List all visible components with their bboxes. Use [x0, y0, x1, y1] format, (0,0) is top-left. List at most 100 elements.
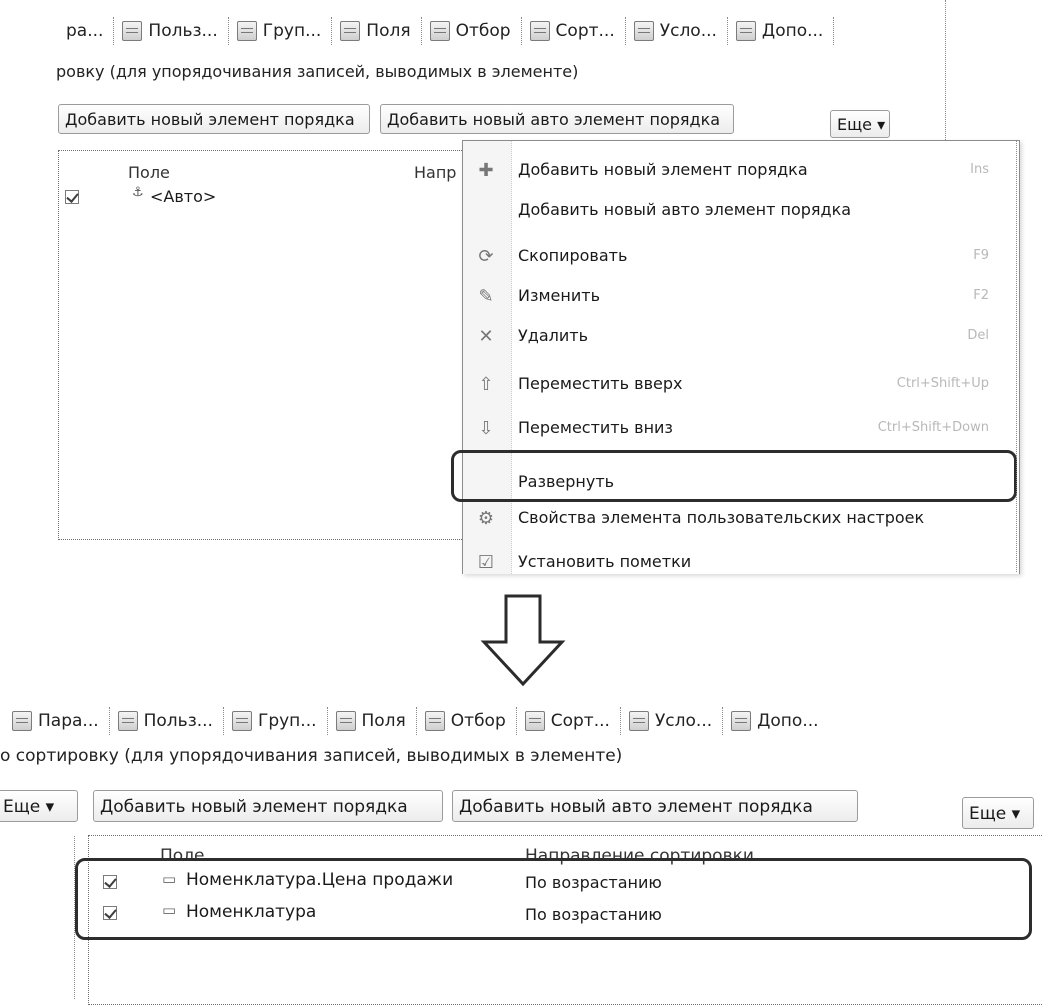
tab-sort[interactable]: Сорт...	[517, 707, 621, 735]
sort-hint: ровку (для упорядочивания записей, вывод…	[56, 62, 579, 81]
field-cell[interactable]: Номенклатура	[186, 902, 316, 922]
menu-item-label: Удалить	[518, 326, 588, 345]
menu-item-properties[interactable]: ⚙ Свойства элемента пользовательских нас…	[463, 499, 1019, 539]
menu-item-shortcut: F9	[973, 248, 989, 263]
column-header-direction: Напр	[414, 163, 457, 182]
field-icon: ▭	[162, 870, 177, 888]
tab-grouping[interactable]: Груп...	[224, 707, 328, 735]
menu-item-label: Переместить вверх	[518, 374, 683, 393]
direction-cell[interactable]: По возрастанию	[525, 873, 662, 892]
tab-additional[interactable]: Допо...	[728, 17, 835, 45]
add-order-button[interactable]: Добавить новый элемент порядка	[58, 104, 370, 134]
menu-item-add[interactable]: ✚ Добавить новый элемент порядка Ins	[463, 151, 1019, 191]
top-tab-strip: ра... Польз... Груп... Поля Отбор Сорт..…	[58, 14, 835, 48]
more-button[interactable]: Еще ▾	[830, 110, 890, 138]
properties-icon: ⚙	[477, 508, 495, 529]
direction-cell[interactable]: По возрастанию	[525, 905, 662, 924]
conditional-icon	[633, 21, 654, 41]
tab-label: Груп...	[257, 711, 317, 731]
row-checkbox[interactable]	[65, 190, 79, 204]
context-menu: ✚ Добавить новый элемент порядка Ins Доб…	[462, 140, 1020, 574]
row-checkbox[interactable]	[103, 906, 117, 920]
params-icon	[12, 711, 32, 731]
copy-icon: ⟳	[478, 246, 494, 267]
additional-icon	[731, 711, 752, 731]
bottom-tab-strip: Пара... Польз... Груп... Поля Отбор Сорт…	[4, 704, 829, 738]
add-order-button[interactable]: Добавить новый элемент порядка	[93, 790, 443, 822]
column-header-field: Поле	[128, 163, 170, 182]
menu-item-move-down[interactable]: ⇩ Переместить вниз Ctrl+Shift+Down	[463, 409, 1019, 449]
filter-icon	[424, 711, 445, 731]
menu-item-shortcut: Ctrl+Shift+Down	[877, 420, 989, 435]
menu-item-copy[interactable]: ⟳ Скопировать F9	[463, 237, 1019, 277]
field-cell[interactable]: Номенклатура.Цена продажи	[186, 870, 453, 890]
tab-label: Отбор	[455, 21, 511, 41]
tab-label: Пара...	[38, 711, 99, 731]
menu-item-set-checkmarks[interactable]: ☑ Установить пометки	[463, 543, 1019, 574]
tab-filter[interactable]: Отбор	[417, 707, 517, 735]
checkmarks-icon: ☑	[477, 552, 495, 573]
menu-item-label: Установить пометки	[518, 552, 692, 571]
more-button[interactable]: Еще ▾	[962, 797, 1034, 829]
menu-item-shortcut: Ctrl+Shift+Up	[896, 376, 989, 391]
left-more-button[interactable]: Еще ▾	[0, 790, 78, 822]
user-fields-icon	[117, 711, 138, 731]
column-header-field: Поле	[160, 846, 205, 866]
menu-item-delete[interactable]: ✕ Удалить Del	[463, 317, 1019, 357]
tab-label: Груп...	[262, 21, 322, 41]
tab-label: Поля	[366, 21, 411, 41]
tab-user-fields[interactable]: Польз...	[110, 707, 224, 735]
add-auto-order-button[interactable]: Добавить новый авто элемент порядка	[452, 790, 858, 822]
tab-additional[interactable]: Допо...	[723, 707, 828, 735]
user-fields-icon	[122, 21, 143, 41]
menu-item-label: Добавить новый авто элемент порядка	[518, 200, 852, 219]
tab-conditional[interactable]: Усло...	[626, 17, 728, 45]
menu-item-label: Добавить новый элемент порядка	[518, 160, 808, 179]
tab-grouping[interactable]: Груп...	[229, 17, 333, 45]
tab-user-fields[interactable]: Польз...	[114, 17, 229, 45]
tab-label: ра...	[66, 21, 104, 41]
tab-label: Поля	[361, 711, 406, 731]
add-icon: ✚	[478, 160, 494, 181]
tab-fields[interactable]: Поля	[332, 17, 422, 45]
move-down-icon: ⇩	[478, 418, 494, 439]
grouping-icon	[236, 21, 257, 41]
menu-item-add-auto[interactable]: Добавить новый авто элемент порядка	[463, 191, 1019, 231]
tab-label: Усло...	[654, 711, 713, 731]
tab-filter[interactable]: Отбор	[422, 17, 522, 45]
tab-sort[interactable]: Сорт...	[522, 17, 626, 45]
edit-icon: ✎	[478, 286, 494, 307]
right-divider-lower	[1016, 140, 1017, 572]
menu-item-shortcut: Ins	[970, 162, 989, 177]
delete-icon: ✕	[478, 326, 494, 347]
menu-item-edit[interactable]: ✎ Изменить F2	[463, 277, 1019, 317]
menu-item-move-up[interactable]: ⇧ Переместить вверх Ctrl+Shift+Up	[463, 365, 1019, 405]
tab-fields[interactable]: Поля	[328, 707, 417, 735]
menu-item-label: Развернуть	[518, 472, 615, 491]
menu-item-shortcut: F2	[973, 288, 989, 303]
sort-icon	[524, 711, 545, 731]
tab-parameters[interactable]: ра...	[58, 17, 115, 45]
tab-conditional[interactable]: Усло...	[621, 707, 724, 735]
menu-item-label: Изменить	[518, 286, 600, 305]
menu-item-label: Скопировать	[518, 246, 628, 265]
move-up-icon: ⇧	[478, 374, 494, 395]
additional-icon	[735, 21, 756, 41]
down-arrow-icon	[480, 594, 566, 687]
row-checkbox[interactable]	[103, 875, 117, 889]
menu-item-label: Свойства элемента пользовательских настр…	[518, 508, 925, 527]
tab-label: Усло...	[659, 21, 717, 41]
auto-field-cell[interactable]: <Авто>	[150, 187, 216, 206]
menu-item-label: Переместить вниз	[518, 418, 673, 437]
tab-label: Польз...	[148, 21, 218, 41]
grouping-icon	[231, 711, 252, 731]
conditional-icon	[628, 711, 649, 731]
menu-item-expand[interactable]: Развернуть	[463, 463, 1019, 503]
tab-parameters[interactable]: Пара...	[4, 707, 110, 735]
menu-item-shortcut: Del	[967, 328, 989, 343]
auto-field-icon: ⚓	[132, 185, 144, 200]
sort-hint: о сортировку (для упорядочивания записей…	[0, 746, 623, 766]
left-panel-divider	[74, 836, 75, 999]
filter-icon	[429, 21, 450, 41]
add-auto-order-button[interactable]: Добавить новый авто элемент порядка	[380, 104, 734, 134]
